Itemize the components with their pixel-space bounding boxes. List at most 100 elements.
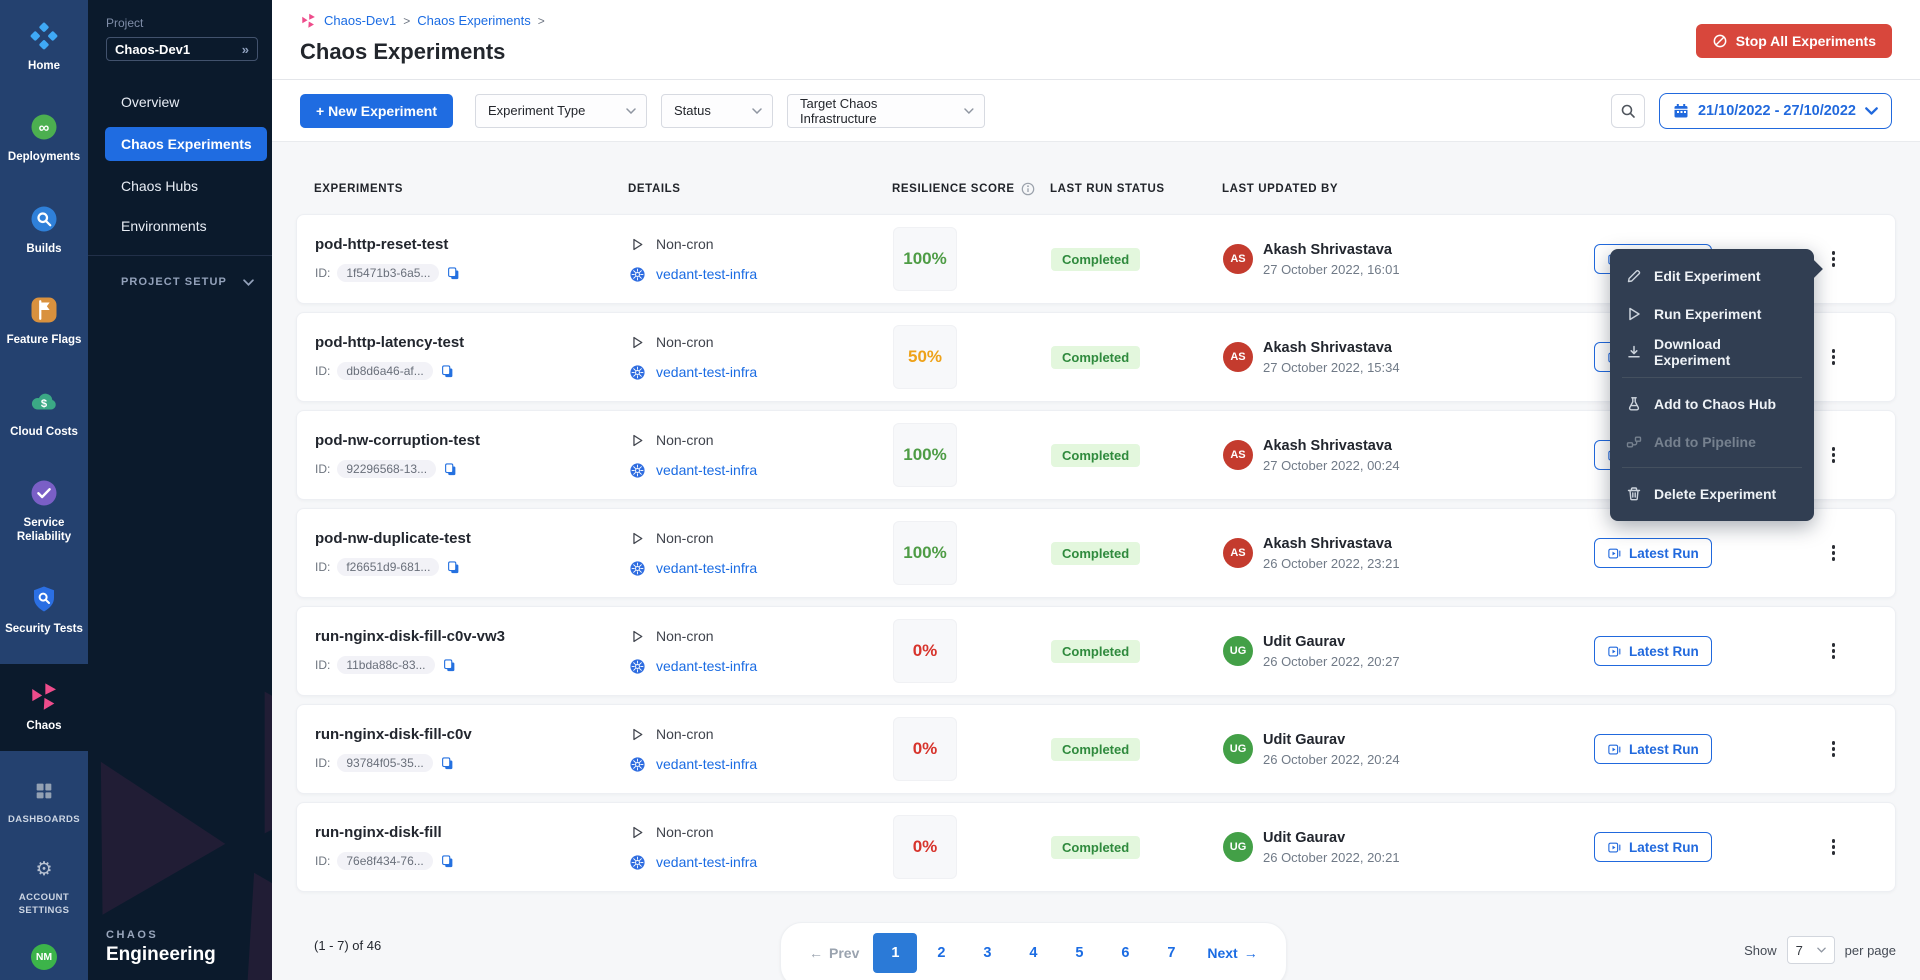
sidebar-item-cloud-costs[interactable]: $ Cloud Costs — [0, 376, 88, 451]
nav-item-chaos-experiments[interactable]: Chaos Experiments — [105, 127, 267, 161]
latest-run-button[interactable]: Latest Run — [1594, 734, 1712, 764]
experiment-id-value: db8d6a46-af... — [337, 362, 432, 380]
search-button[interactable] — [1611, 94, 1645, 128]
experiment-id-label: ID: — [315, 854, 330, 868]
page-number[interactable]: 2 — [919, 933, 963, 973]
latest-run-button[interactable]: Latest Run — [1594, 538, 1712, 568]
project-setup-label: PROJECT SETUP — [121, 276, 227, 288]
experiment-name[interactable]: pod-http-latency-test — [315, 334, 629, 351]
experiment-name[interactable]: pod-nw-duplicate-test — [315, 530, 629, 547]
row-menu-kebab[interactable] — [1828, 639, 1840, 663]
chevron-down-icon — [1817, 947, 1826, 953]
date-range-picker[interactable]: 21/10/2022 - 27/10/2022 — [1659, 93, 1892, 129]
breadcrumb: Chaos-Dev1 > Chaos Experiments > — [300, 12, 1892, 29]
stop-all-experiments-button[interactable]: Stop All Experiments — [1696, 24, 1892, 58]
breadcrumb-link-project[interactable]: Chaos-Dev1 — [324, 13, 396, 28]
sidebar-item-deployments[interactable]: ∞ Deployments — [0, 101, 88, 176]
experiment-id-label: ID: — [315, 560, 330, 574]
sidebar-item-dashboards[interactable]: DASHBOARDS — [0, 767, 88, 835]
experiment-id-label: ID: — [315, 266, 330, 280]
project-setup-section[interactable]: PROJECT SETUP — [88, 276, 272, 288]
status-cell: Completed — [1051, 738, 1223, 761]
menu-item-add-to-chaos-hub[interactable]: Add to Chaos Hub — [1610, 385, 1814, 423]
sidebar-item-chaos[interactable]: Chaos — [0, 664, 88, 751]
pagination-controls: ← Prev 1 2 3 4 5 6 7 Next → — [780, 922, 1287, 980]
nav-item-overview[interactable]: Overview — [88, 87, 272, 117]
copy-icon[interactable] — [446, 266, 461, 281]
page-number[interactable]: 7 — [1149, 933, 1193, 973]
sidebar-item-feature-flags[interactable]: Feature Flags — [0, 284, 88, 359]
user-name: Udit Gaurav — [1263, 732, 1400, 748]
page-size-select[interactable]: 7 — [1787, 936, 1835, 964]
page-number[interactable]: 5 — [1057, 933, 1101, 973]
menu-item-delete-experiment[interactable]: Delete Experiment — [1610, 475, 1814, 513]
infrastructure-link[interactable]: vedant-test-infra — [656, 560, 757, 576]
collapse-icon[interactable]: » — [242, 42, 249, 57]
page-number[interactable]: 6 — [1103, 933, 1147, 973]
row-menu-kebab[interactable] — [1828, 345, 1840, 369]
user-avatar: AS — [1223, 244, 1253, 274]
stop-all-label: Stop All Experiments — [1736, 33, 1876, 49]
filter-target-infrastructure[interactable]: Target Chaos Infrastructure — [787, 94, 985, 128]
filter-experiment-type[interactable]: Experiment Type — [475, 94, 647, 128]
kubernetes-icon — [629, 266, 646, 283]
sidebar-item-builds[interactable]: Builds — [0, 193, 88, 268]
sidebar-item-home[interactable]: Home — [0, 10, 88, 85]
experiment-cell: pod-nw-duplicate-test ID: f26651d9-681..… — [315, 530, 629, 576]
infrastructure-link[interactable]: vedant-test-infra — [656, 658, 757, 674]
details-cell: Non-cron vedant-test-infra — [629, 726, 893, 773]
next-page-button[interactable]: Next → — [1195, 945, 1269, 961]
nav-item-chaos-hubs[interactable]: Chaos Hubs — [88, 171, 272, 201]
menu-item-download-experiment[interactable]: Download Experiment — [1610, 333, 1814, 371]
row-menu-kebab[interactable] — [1828, 443, 1840, 467]
filter-status[interactable]: Status — [661, 94, 773, 128]
row-menu-kebab[interactable] — [1828, 835, 1840, 859]
infrastructure-link[interactable]: vedant-test-infra — [656, 462, 757, 478]
actions-cell: Latest Run — [1594, 832, 1877, 862]
copy-icon[interactable] — [446, 560, 461, 575]
breadcrumb-link-experiments[interactable]: Chaos Experiments — [417, 13, 530, 28]
infrastructure-link[interactable]: vedant-test-infra — [656, 266, 757, 282]
infrastructure-link[interactable]: vedant-test-infra — [656, 756, 757, 772]
page-number[interactable]: 1 — [873, 933, 917, 973]
row-menu-kebab[interactable] — [1828, 247, 1840, 271]
latest-run-button[interactable]: Latest Run — [1594, 832, 1712, 862]
status-badge: Completed — [1051, 346, 1140, 369]
copy-icon[interactable] — [443, 462, 458, 477]
row-menu-kebab[interactable] — [1828, 737, 1840, 761]
latest-run-button[interactable]: Latest Run — [1594, 636, 1712, 666]
new-experiment-button[interactable]: + New Experiment — [300, 94, 453, 128]
user-profile-avatar[interactable]: NM — [31, 944, 57, 970]
prev-page-button[interactable]: ← Prev — [797, 945, 871, 961]
menu-item-run-experiment[interactable]: Run Experiment — [1610, 295, 1814, 333]
experiment-name[interactable]: run-nginx-disk-fill — [315, 824, 629, 841]
page-number[interactable]: 3 — [965, 933, 1009, 973]
sidebar-item-account-settings[interactable]: ⚙ ACCOUNT SETTINGS — [0, 845, 88, 926]
sidebar-item-label: DASHBOARDS — [8, 814, 80, 827]
infrastructure-link[interactable]: vedant-test-infra — [656, 364, 757, 380]
experiment-id-label: ID: — [315, 756, 330, 770]
nav-item-environments[interactable]: Environments — [88, 211, 272, 241]
info-icon[interactable] — [1021, 182, 1035, 196]
copy-icon[interactable] — [440, 756, 455, 771]
menu-item-edit-experiment[interactable]: Edit Experiment — [1610, 257, 1814, 295]
row-menu-kebab[interactable] — [1828, 541, 1840, 565]
table-row: run-nginx-disk-fill-c0v-vw3 ID: 11bda88c… — [296, 606, 1896, 696]
experiment-name[interactable]: pod-nw-corruption-test — [315, 432, 629, 449]
copy-icon[interactable] — [440, 854, 455, 869]
user-name: Akash Shrivastava — [1263, 242, 1400, 258]
experiment-name[interactable]: run-nginx-disk-fill-c0v-vw3 — [315, 628, 629, 645]
copy-icon[interactable] — [442, 658, 457, 673]
copy-icon[interactable] — [440, 364, 455, 379]
infrastructure-link[interactable]: vedant-test-infra — [656, 854, 757, 870]
project-selector[interactable]: Chaos-Dev1 » — [106, 37, 258, 61]
resilience-score-value: 0% — [913, 837, 938, 857]
experiment-name[interactable]: pod-http-reset-test — [315, 236, 629, 253]
kubernetes-icon — [629, 658, 646, 675]
experiment-name[interactable]: run-nginx-disk-fill-c0v — [315, 726, 629, 743]
sidebar-item-security-tests[interactable]: Security Tests — [0, 573, 88, 648]
sidebar-item-label: Builds — [26, 242, 61, 256]
run-history-icon — [1607, 644, 1622, 659]
sidebar-item-service-reliability[interactable]: Service Reliability — [0, 467, 88, 557]
page-number[interactable]: 4 — [1011, 933, 1055, 973]
